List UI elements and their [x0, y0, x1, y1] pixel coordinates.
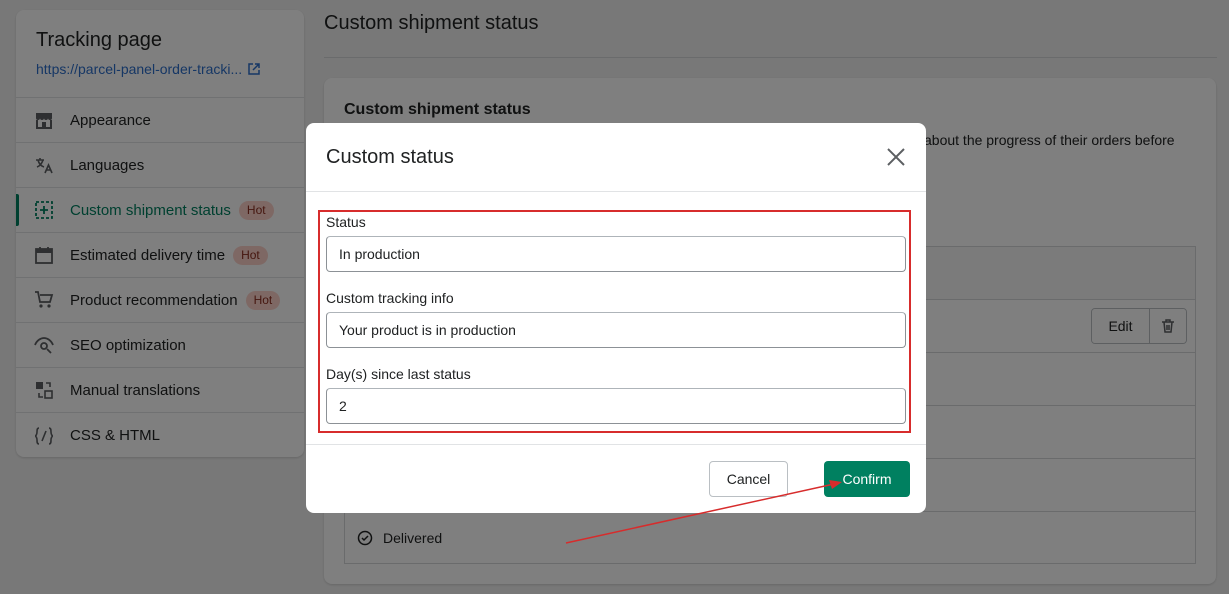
cancel-button[interactable]: Cancel: [709, 461, 788, 497]
modal-footer: Cancel Confirm: [306, 444, 926, 513]
confirm-button[interactable]: Confirm: [824, 461, 910, 497]
close-icon[interactable]: [886, 147, 906, 167]
days-since-last-status-input[interactable]: [326, 388, 906, 424]
modal-title: Custom status: [326, 146, 454, 168]
custom-tracking-info-label: Custom tracking info: [326, 290, 454, 306]
custom-status-modal: Custom status Status Custom tracking inf…: [306, 123, 926, 513]
status-label: Status: [326, 214, 366, 230]
days-since-last-status-label: Day(s) since last status: [326, 366, 471, 382]
modal-header: Custom status: [306, 123, 926, 192]
custom-tracking-info-input[interactable]: [326, 312, 906, 348]
status-input[interactable]: [326, 236, 906, 272]
